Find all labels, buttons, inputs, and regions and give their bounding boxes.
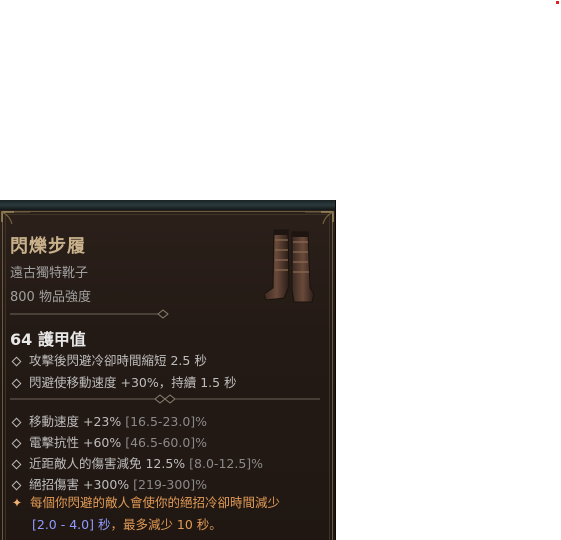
diamond-bullet-icon — [11, 459, 22, 469]
legendary-text-cont: ，最多減少 10 秒。 — [110, 517, 222, 532]
affix-row: 移動速度 +23% [16.5-23.0]% — [10, 411, 207, 430]
diamond-bullet-icon — [11, 378, 22, 388]
affix-row: 絕招傷害 +300% [219-300]% — [10, 474, 207, 493]
affix-range: [219-300]% — [133, 477, 208, 492]
affix-text: 攻擊後閃避冷卻時間縮短 2.5 秒 — [29, 353, 207, 368]
boots-icon — [263, 229, 315, 303]
legendary-affix: ✦ 每個你閃避的敵人會使你的絕招冷卻時間減少 — [10, 492, 280, 511]
affix-text: 近距敵人的傷害減免 12.5% — [29, 456, 186, 471]
corner-ornament-left-icon — [1, 211, 30, 225]
item-name: 閃爍步履 — [10, 236, 86, 257]
diamond-bullet-icon — [11, 438, 22, 448]
affix-text: 電擊抗性 +60% — [29, 435, 122, 450]
divider — [10, 309, 169, 319]
tooltip-top-strip — [0, 200, 335, 210]
diamond-bullet-icon — [11, 480, 22, 490]
corner-dot — [556, 1, 559, 4]
implicit-affix: 攻擊後閃避冷卻時間縮短 2.5 秒 — [10, 350, 207, 369]
affix-range: [8.0-12.5]% — [189, 456, 264, 471]
affix-text: 移動速度 +23% — [29, 414, 122, 429]
page: { "item": { "name": "閃爍步履", "type": "遠古獨… — [0, 0, 561, 540]
legendary-text: 每個你閃避的敵人會使你的絕招冷卻時間減少 — [30, 495, 281, 510]
implicit-affix: 閃避使移動速度 +30%，持續 1.5 秒 — [10, 372, 237, 391]
affix-row: 電擊抗性 +60% [46.5-60.0]% — [10, 432, 207, 451]
diamond-bullet-icon — [11, 417, 22, 427]
legendary-range: [2.0 - 4.0] 秒 — [32, 517, 111, 532]
affix-row: 近距敵人的傷害減免 12.5% [8.0-12.5]% — [10, 453, 263, 472]
affix-text: 絕招傷害 +300% — [29, 477, 130, 492]
divider — [10, 394, 320, 404]
armor-value: 64 護甲值 — [10, 330, 86, 349]
diamond-bullet-icon — [11, 356, 22, 366]
legendary-affix-cont: [2.0 - 4.0] 秒，最多減少 10 秒。 — [32, 514, 222, 533]
affix-range: [16.5-23.0]% — [125, 414, 208, 429]
item-power: 800 物品強度 — [10, 290, 91, 305]
affix-range: [46.5-60.0]% — [125, 435, 208, 450]
affix-text: 閃避使移動速度 +30%，持續 1.5 秒 — [29, 375, 237, 390]
item-type: 遠古獨特靴子 — [10, 266, 89, 281]
star-icon: ✦ — [11, 495, 23, 510]
